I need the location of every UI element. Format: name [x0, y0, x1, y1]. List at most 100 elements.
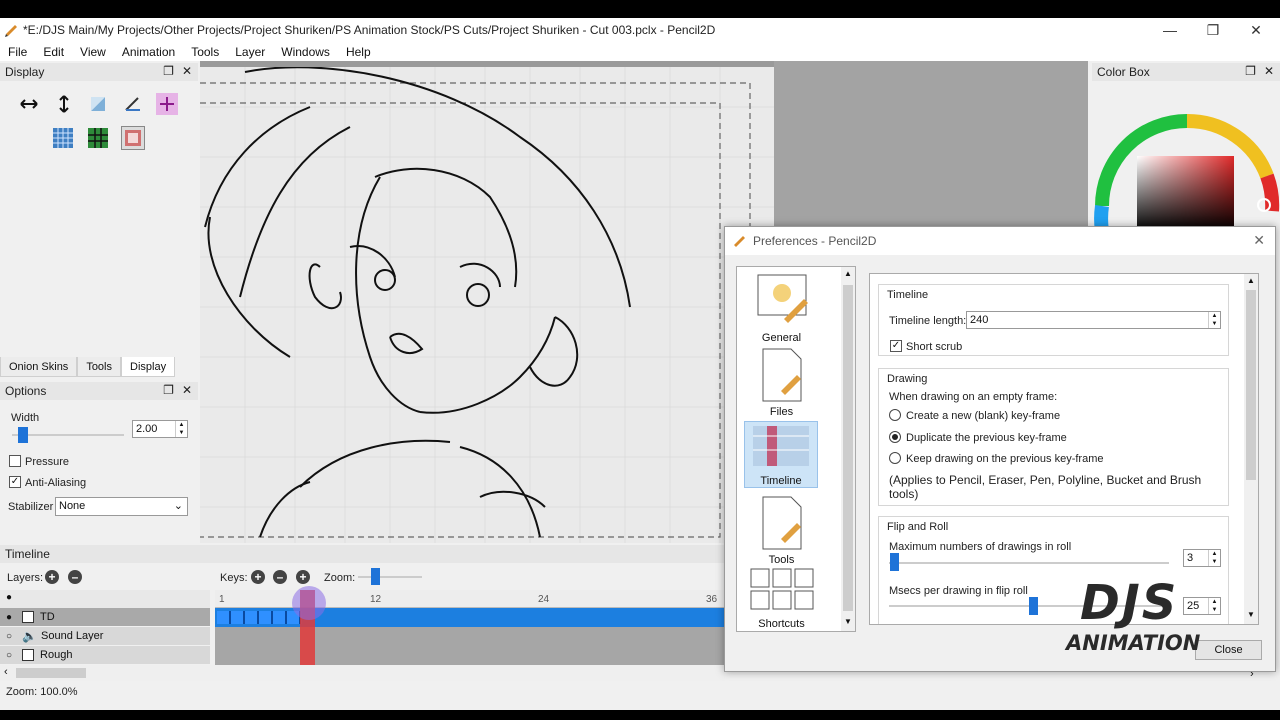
close-icon[interactable]: ✕ [182, 64, 192, 78]
stabilizer-select[interactable]: None ⌄ [55, 497, 188, 516]
menu-animation[interactable]: Animation [122, 45, 175, 59]
menu-tools[interactable]: Tools [191, 45, 219, 59]
category-timeline[interactable]: Timeline [744, 421, 818, 488]
category-list: General Files Timeline Tools Shortcuts ▲ [736, 266, 856, 632]
short-scrub-label: Short scrub [906, 341, 963, 353]
spin-arrows-icon[interactable]: ▲ ▼ [1208, 550, 1220, 566]
short-scrub-checkbox[interactable]: ✓ [890, 340, 902, 352]
msecs-handle[interactable] [1029, 597, 1038, 615]
menu-help[interactable]: Help [346, 45, 371, 59]
spin-arrows-icon[interactable]: ▲ ▼ [1208, 312, 1220, 328]
visibility-dot-icon[interactable]: ● [6, 612, 12, 623]
layer-name: Sound Layer [41, 630, 104, 642]
chevron-left-icon[interactable]: ‹ [4, 666, 8, 678]
add-layer-icon[interactable]: + [45, 570, 59, 584]
remove-key-icon[interactable]: – [273, 570, 287, 584]
camera-border-icon[interactable] [156, 93, 178, 115]
chevron-down-icon[interactable]: ▼ [844, 617, 852, 626]
menu-layer[interactable]: Layer [235, 45, 265, 59]
chevron-down-icon: ⌄ [173, 500, 183, 512]
float-icon[interactable]: ❐ [1245, 64, 1256, 78]
menu-windows[interactable]: Windows [281, 45, 330, 59]
show-mirror-icon[interactable] [121, 126, 145, 150]
close-icon[interactable]: ✕ [1264, 64, 1274, 78]
menu-file[interactable]: File [8, 45, 27, 59]
float-icon[interactable]: ❐ [163, 383, 174, 397]
timeline-group-title: Timeline [887, 289, 929, 301]
visibility-circle-icon[interactable]: ○ [6, 631, 12, 642]
top-black-bar [0, 0, 1280, 18]
max-drawings-label: Maximum numbers of drawings in roll [889, 541, 1072, 553]
category-scrollbar[interactable]: ▲ ▼ [841, 267, 855, 631]
menu-edit[interactable]: Edit [43, 45, 64, 59]
timeline-group: Timeline Timeline length: 240 ▲ ▼ ✓ Short … [878, 284, 1229, 356]
color-wheel-area[interactable] [1092, 81, 1280, 233]
max-drawings-spinbox[interactable]: 3 ▲ ▼ [1183, 549, 1221, 567]
width-slider-handle[interactable] [18, 427, 28, 443]
flip-vertical-icon[interactable] [53, 93, 75, 115]
float-icon[interactable]: ❐ [163, 64, 174, 78]
scroll-thumb[interactable] [16, 668, 86, 678]
overlay-icon[interactable] [87, 93, 109, 115]
character-sketch [200, 66, 774, 543]
spin-arrows-icon[interactable]: ▲ ▼ [175, 421, 187, 437]
radio-duplicate-previous[interactable] [889, 431, 901, 443]
anti-aliasing-checkbox[interactable]: ✓ [9, 476, 21, 488]
close-icon[interactable]: ✕ [182, 383, 192, 397]
outlines-icon[interactable] [122, 93, 144, 115]
grid-b-icon[interactable] [87, 127, 109, 149]
keyframes[interactable] [217, 611, 302, 624]
max-drawings-slider[interactable] [889, 562, 1169, 564]
chevron-down-icon[interactable]: ▼ [1247, 610, 1255, 619]
category-shortcuts[interactable]: Shortcuts [745, 567, 818, 630]
timeline-zoom-handle[interactable] [371, 568, 380, 585]
minimize-button[interactable]: — [1148, 18, 1192, 42]
width-spinbox[interactable]: 2.00 ▲ ▼ [132, 420, 188, 438]
remove-layer-icon[interactable]: – [68, 570, 82, 584]
add-key-icon[interactable]: + [251, 570, 265, 584]
radio-keep-drawing[interactable] [889, 452, 901, 464]
tab-onion-skins[interactable]: Onion Skins [0, 357, 78, 377]
category-files[interactable]: Files [745, 347, 818, 418]
scroll-thumb[interactable] [1246, 290, 1256, 480]
visibility-circle-icon[interactable]: ○ [6, 650, 12, 661]
timeline-zoom-slider[interactable] [358, 576, 422, 578]
pencil2d-app-icon [5, 25, 17, 37]
chevron-up-icon[interactable]: ▲ [844, 269, 852, 278]
lower-tracks [215, 627, 725, 665]
pencil2d-window: *E:/DJS Main/My Projects/Other Projects/… [0, 0, 1280, 710]
settings-scrollbar[interactable]: ▲ ▼ [1244, 274, 1258, 624]
speaker-icon: 🔈 [22, 629, 37, 643]
tab-tools[interactable]: Tools [77, 357, 121, 377]
pressure-checkbox[interactable] [9, 455, 21, 467]
max-drawings-handle[interactable] [890, 553, 899, 571]
tab-display[interactable]: Display [121, 357, 176, 377]
color-wheel[interactable] [1092, 81, 1280, 233]
category-tools[interactable]: Tools [745, 495, 818, 566]
layer-name: Rough [40, 649, 73, 661]
layer-row-td[interactable]: ● TD [0, 608, 210, 626]
layer-row-sound[interactable]: ○ 🔈 Sound Layer [0, 627, 210, 645]
flip-horizontal-icon[interactable] [18, 93, 40, 115]
chevron-up-icon[interactable]: ▲ [1247, 276, 1255, 285]
radio-create-blank[interactable] [889, 409, 901, 421]
zoom-status: Zoom: 100.0% [6, 686, 78, 698]
width-slider[interactable] [12, 434, 124, 436]
scroll-thumb[interactable] [843, 285, 853, 611]
close-window-button[interactable]: ✕ [1234, 18, 1278, 42]
keyboard-icon [750, 568, 813, 610]
pressure-label: Pressure [25, 456, 70, 468]
duplicate-key-icon[interactable]: + [296, 570, 310, 584]
menu-view[interactable]: View [80, 45, 106, 59]
horizontal-scrollbar[interactable]: ‹ [0, 665, 725, 681]
close-icon[interactable]: ✕ [1253, 232, 1265, 249]
layer-row-rough[interactable]: ○ Rough [0, 646, 210, 664]
timeline-length-input[interactable]: 240 ▲ ▼ [966, 311, 1221, 329]
drawing-group-title: Drawing [887, 373, 928, 385]
visibility-dot-icon: ● [6, 592, 13, 603]
td-track[interactable] [215, 608, 725, 627]
category-general[interactable]: General [745, 273, 818, 344]
grid-a-icon[interactable] [52, 127, 74, 149]
restore-button[interactable]: ❐ [1191, 18, 1235, 42]
zoom-label: Zoom: [324, 572, 356, 584]
